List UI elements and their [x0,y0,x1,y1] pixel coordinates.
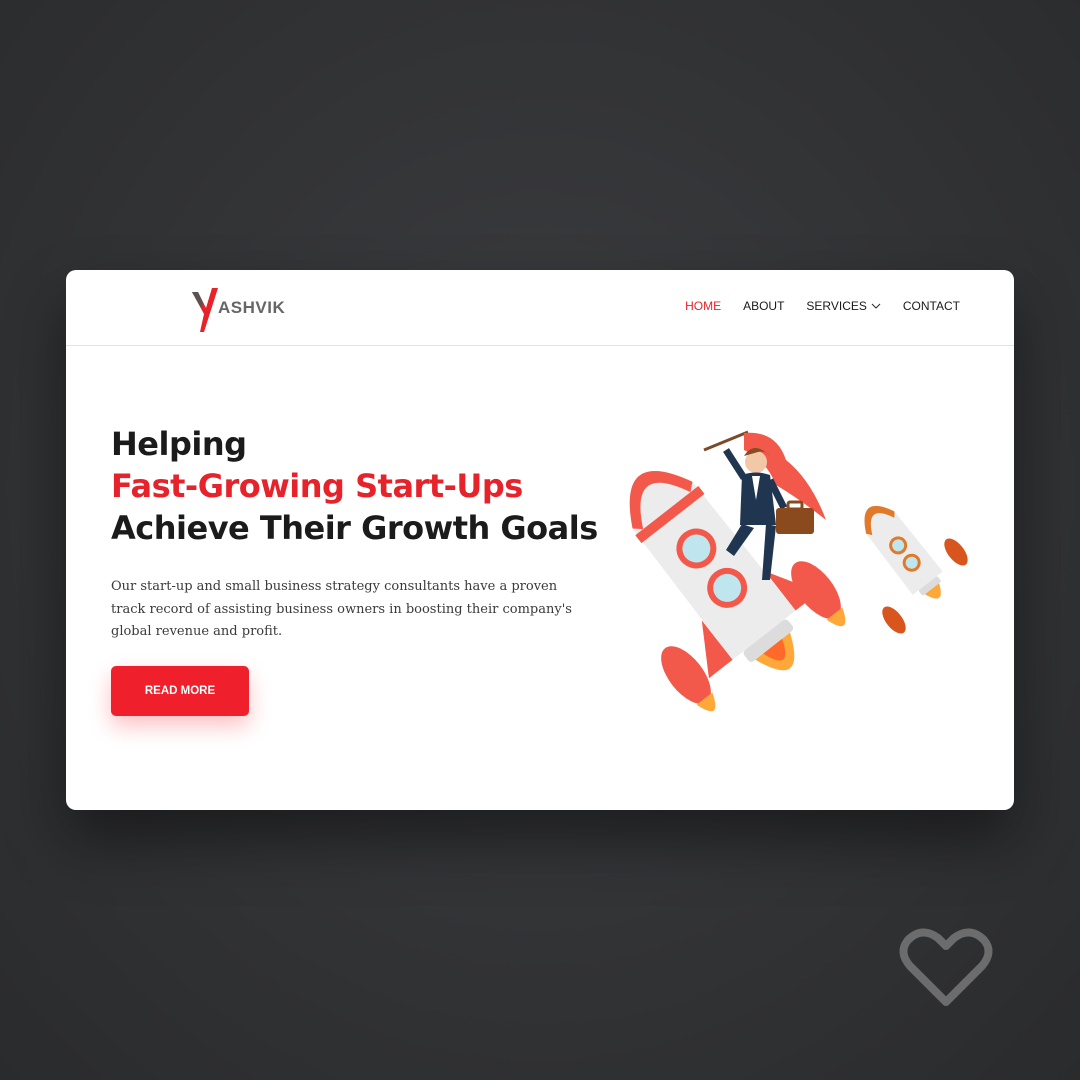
chevron-down-icon [871,303,881,309]
website-card: ASHVIK HOME ABOUT SERVICES CONTACT Helpi… [66,270,1014,810]
nav-about[interactable]: ABOUT [743,299,784,313]
hero-title-line2: Fast-Growing Start-Ups [111,467,523,505]
nav-home[interactable]: HOME [685,299,721,313]
hero-title: Helping Fast-Growing Start-Ups Achieve T… [111,423,598,549]
nav-services-label: SERVICES [806,299,867,313]
hero-title-line3: Achieve Their Growth Goals [111,509,598,547]
heart-icon[interactable] [898,926,994,1010]
hero-title-line1: Helping [111,425,247,463]
logo-y-mark-icon [192,288,218,332]
main-nav: HOME ABOUT SERVICES CONTACT [685,299,960,313]
read-more-button[interactable]: READ MORE [111,666,249,716]
rocket-illustration [629,430,968,712]
site-header: ASHVIK HOME ABOUT SERVICES CONTACT [66,270,1014,346]
hero-description: Our start-up and small business strategy… [111,579,572,639]
logo-text: ASHVIK [218,298,286,317]
nav-contact[interactable]: CONTACT [903,299,960,313]
brand-logo[interactable]: ASHVIK [190,286,310,334]
nav-services[interactable]: SERVICES [806,299,881,313]
